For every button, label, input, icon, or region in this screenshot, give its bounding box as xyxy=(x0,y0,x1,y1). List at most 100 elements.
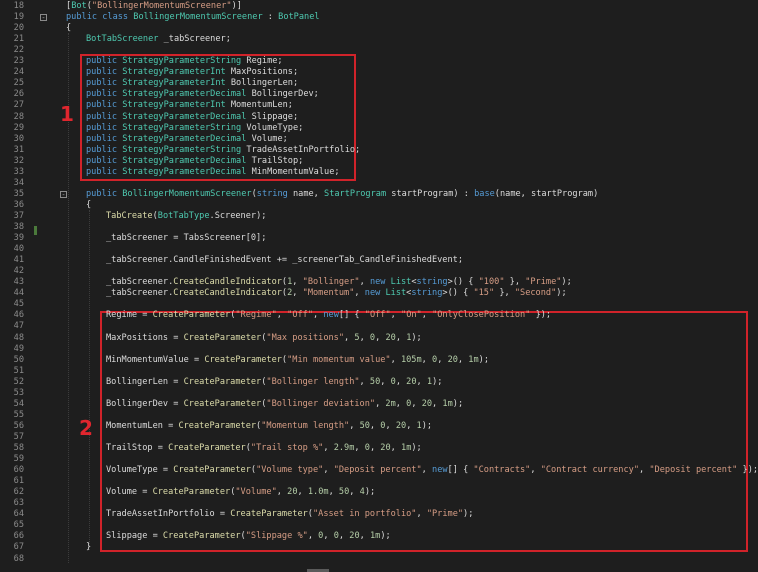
code-token: Volume; xyxy=(246,133,288,144)
code-text: public StrategyParameterDecimal MinMomen… xyxy=(86,167,340,178)
code-token: "15" xyxy=(473,288,495,299)
code-token: , xyxy=(395,398,407,409)
code-token: 20 xyxy=(447,354,458,365)
code-token: public xyxy=(86,166,123,177)
code-token: 20 xyxy=(406,376,417,387)
code-token: Bot xyxy=(71,1,87,11)
code-token: , xyxy=(328,487,339,498)
code-token: BollingerLen; xyxy=(225,78,299,89)
code-token: ); xyxy=(411,332,422,343)
code-token: _tabScreener. xyxy=(106,288,174,299)
line-number: 34 xyxy=(13,177,24,188)
code-token: StrategyParameterDecimal xyxy=(122,155,247,166)
code-token: 50 xyxy=(369,376,381,387)
code-token: BollingerLen = xyxy=(106,376,184,387)
code-text: _tabScreener.CandleFinishedEvent += _scr… xyxy=(106,255,463,266)
code-token: BollingerMomentumScreener xyxy=(133,12,263,23)
line-number: 32 xyxy=(13,155,24,166)
line-number: 53 xyxy=(13,387,24,398)
code-token: , xyxy=(359,376,370,387)
code-token: public class xyxy=(66,12,134,23)
code-text: MaxPositions = CreateParameter("Max posi… xyxy=(106,333,422,344)
code-token: BotPanel xyxy=(278,12,320,23)
code-token: , xyxy=(354,443,365,453)
code-token: "Asset in portfolio" xyxy=(312,509,417,520)
line-number: 29 xyxy=(13,122,24,133)
line-number: 46 xyxy=(13,310,24,321)
line-number: 33 xyxy=(13,166,24,177)
code-token: string xyxy=(416,277,448,288)
code-token: List xyxy=(390,277,412,288)
code-text: public StrategyParameterString Regime; xyxy=(86,56,283,67)
code-token: 20 xyxy=(385,332,396,343)
code-token: StrategyParameterDecimal xyxy=(122,111,247,122)
code-token: "Bollinger deviation" xyxy=(266,398,376,409)
line-number: 44 xyxy=(13,288,24,299)
code-token: BotTabType xyxy=(157,210,210,221)
code-token: Regime; xyxy=(241,56,283,67)
code-token: (name, startProgram) xyxy=(494,188,599,199)
code-editor[interactable]: 1 2 18 [Bot("BollingerMomentumScreener")]… xyxy=(0,0,758,572)
line-number: 42 xyxy=(13,266,24,277)
code-text: _tabScreener = TabsScreener[0]; xyxy=(106,233,266,244)
code-token: 50 xyxy=(338,487,350,498)
code-token: }); xyxy=(737,465,758,476)
code-token: 1m xyxy=(369,531,381,542)
line-number: 25 xyxy=(13,78,24,89)
code-token: { xyxy=(66,23,72,34)
code-token: StrategyParameterDecimal xyxy=(122,89,247,100)
code-token: public xyxy=(86,111,123,122)
code-token: 1.0m xyxy=(307,487,329,498)
code-token: "Prime" xyxy=(525,277,562,288)
collapse-icon[interactable]: - xyxy=(60,190,67,198)
code-text: Regime = CreateParameter("Regime", "Off"… xyxy=(106,310,551,321)
code-token: 20 xyxy=(421,398,433,409)
code-token: "Regime" xyxy=(235,310,277,321)
code-token: , xyxy=(354,288,365,299)
line-number: 49 xyxy=(13,343,24,354)
line-number: 56 xyxy=(13,420,24,431)
code-token: "Volume type" xyxy=(256,465,324,476)
code-text: public BollingerMomentumScreener(string … xyxy=(86,189,598,200)
change-indicator-bar xyxy=(34,226,37,235)
line-number: 20 xyxy=(13,23,24,34)
code-token: , xyxy=(421,310,433,321)
code-token: StrategyParameterInt xyxy=(122,67,226,78)
code-text: public StrategyParameterInt MomentumLen; xyxy=(86,100,293,111)
code-token: "Bollinger" xyxy=(302,277,360,288)
code-token: _tabScreener. xyxy=(106,277,174,288)
code-token: ); xyxy=(421,420,433,431)
code-token: MaxPositions; xyxy=(225,67,299,78)
code-token: : xyxy=(262,12,279,23)
line-number: 18 xyxy=(13,1,24,11)
code-token: , xyxy=(457,354,469,365)
code-token: VolumeType; xyxy=(241,122,304,133)
code-text: { xyxy=(86,200,91,211)
code-token: , xyxy=(276,487,288,498)
code-token: , xyxy=(292,288,303,299)
code-token: "Trail stop %" xyxy=(250,443,324,453)
annotation-label-1: 1 xyxy=(60,102,74,126)
code-token: "Slippage %" xyxy=(245,531,308,542)
code-token: "Momentum length" xyxy=(261,420,350,431)
line-number: 65 xyxy=(13,520,24,531)
code-token: , xyxy=(369,443,381,453)
code-token: , xyxy=(421,465,433,476)
code-token: "Second" xyxy=(514,288,557,299)
code-text: Slippage = CreateParameter("Slippage %",… xyxy=(106,531,391,542)
code-token: "Contracts" xyxy=(473,465,531,476)
code-token: "BollingerMomentumScreener" xyxy=(91,1,232,11)
code-token: , xyxy=(349,420,360,431)
line-number: 55 xyxy=(13,409,24,420)
line-number: 62 xyxy=(13,487,24,498)
line-number: 35 xyxy=(13,188,24,199)
code-token: 105m xyxy=(400,354,422,365)
code-text: Volume = CreateParameter("Volume", 20, 1… xyxy=(106,487,375,498)
code-token: { xyxy=(86,199,92,210)
collapse-icon[interactable]: - xyxy=(40,14,47,22)
code-token: 2m xyxy=(385,398,396,409)
code-token: "Off" xyxy=(287,310,314,321)
annotation-label-2: 2 xyxy=(79,416,93,440)
line-number: 28 xyxy=(13,111,24,122)
code-token: 20 xyxy=(380,443,391,453)
